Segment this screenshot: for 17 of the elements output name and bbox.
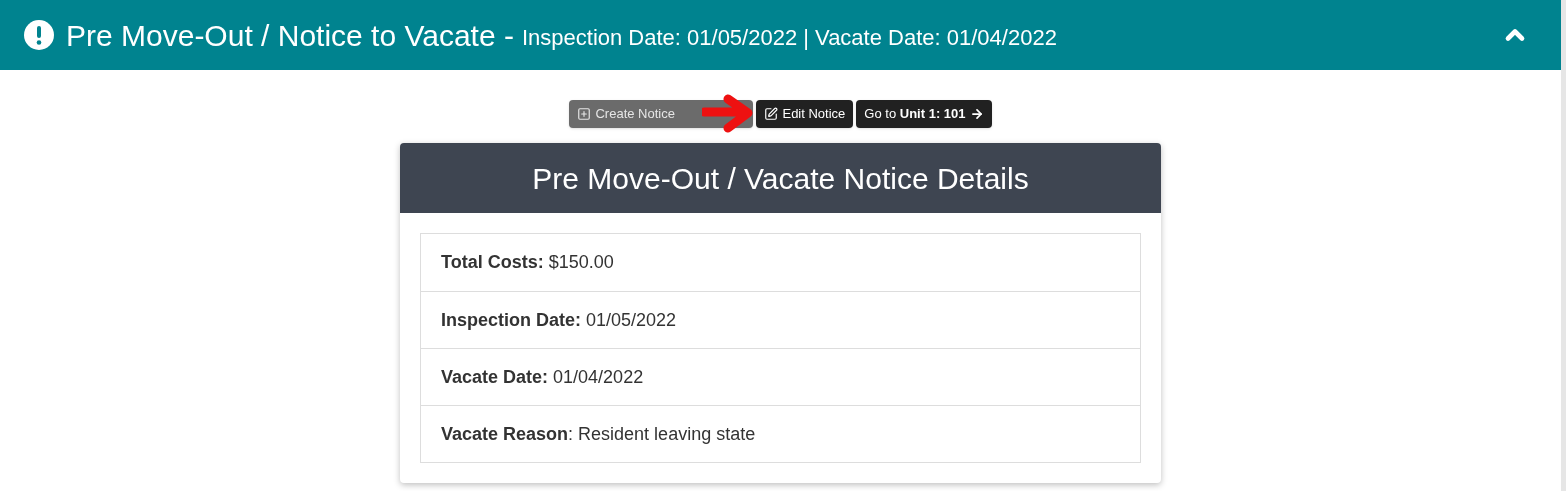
detail-value: $150.00 xyxy=(547,251,614,274)
detail-value: : Resident leaving state xyxy=(568,422,756,446)
detail-label: Total Costs: xyxy=(441,251,544,274)
detail-value: 01/05/2022 xyxy=(585,308,677,332)
go-to-unit-button[interactable]: Go to Unit 1: 101 xyxy=(856,100,992,128)
section-subtitle: Inspection Date: 01/05/2022 | Vacate Date: 01/04/2022 xyxy=(521,23,1057,52)
edit-notice-button[interactable]: Edit Notice xyxy=(756,100,854,128)
arrow-right-icon xyxy=(969,107,984,121)
detail-label: Inspection Date: xyxy=(441,308,582,332)
detail-label: Vacate Reason xyxy=(441,422,569,446)
detail-value: 01/04/2022 xyxy=(552,365,644,389)
edit-icon xyxy=(764,107,779,121)
plus-icon xyxy=(577,107,592,121)
section-title: Pre Move-Out / Notice to Vacate - xyxy=(66,17,514,54)
detail-label: Vacate Date: xyxy=(441,365,549,389)
exclamation-icon xyxy=(24,20,54,50)
card-title: Pre Move-Out / Vacate Notice Details xyxy=(532,160,1029,197)
